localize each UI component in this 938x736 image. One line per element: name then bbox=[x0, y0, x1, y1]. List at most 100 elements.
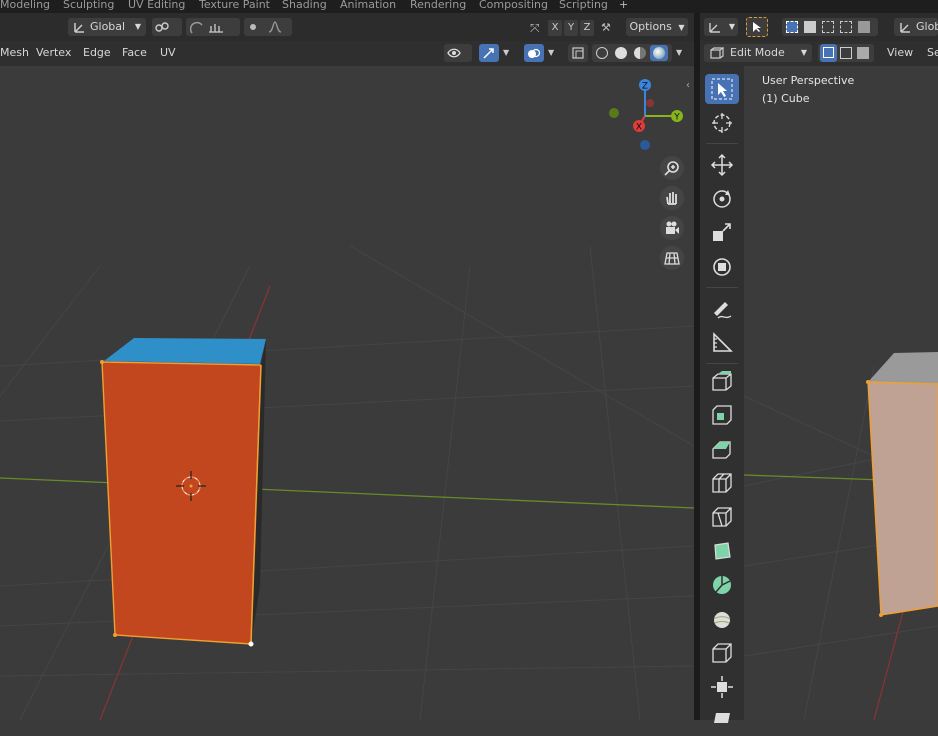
vertex[interactable] bbox=[100, 360, 104, 364]
navigation-gizmo[interactable]: Z Y X bbox=[598, 74, 690, 156]
snap-increment-icon bbox=[209, 24, 223, 33]
tab-shading[interactable]: Shading bbox=[282, 0, 327, 12]
active-vertex[interactable] bbox=[248, 641, 254, 647]
cube-front-face[interactable] bbox=[867, 381, 938, 616]
zoom-button[interactable] bbox=[660, 156, 684, 180]
cube-top-face[interactable] bbox=[104, 338, 266, 364]
tool-scale[interactable] bbox=[705, 218, 739, 248]
overlay-toggle[interactable] bbox=[524, 44, 544, 62]
visibility-dropdown[interactable] bbox=[444, 44, 472, 62]
pivot-dropdown[interactable] bbox=[152, 18, 182, 36]
menu-face[interactable]: Face bbox=[122, 44, 147, 62]
tool-knife[interactable] bbox=[705, 502, 739, 532]
tab-modeling[interactable]: Modeling bbox=[0, 0, 50, 12]
tool-rotate[interactable] bbox=[705, 184, 739, 214]
snap-dropdown[interactable] bbox=[186, 18, 240, 36]
chevron-down-icon: ▼ bbox=[728, 22, 735, 31]
tool-move[interactable] bbox=[705, 150, 739, 180]
select-subtract-icon[interactable] bbox=[822, 21, 834, 33]
select-invert-icon[interactable] bbox=[840, 21, 852, 33]
select-set-icon[interactable] bbox=[786, 21, 798, 33]
gizmo-toggle[interactable] bbox=[479, 44, 499, 62]
inset-icon bbox=[712, 405, 732, 425]
cube-top-face[interactable] bbox=[868, 352, 938, 384]
xray-toggle[interactable] bbox=[568, 44, 588, 62]
viewport-right[interactable]: User Perspective (1) Cube bbox=[744, 66, 938, 720]
orientation-dropdown[interactable]: Global ▼ bbox=[68, 18, 146, 36]
viewport-left-canvas[interactable] bbox=[0, 66, 694, 720]
tab-uv-editing[interactable]: UV Editing bbox=[128, 0, 185, 12]
tool-extrude[interactable] bbox=[705, 366, 739, 396]
tool-edge-slide[interactable] bbox=[705, 638, 739, 668]
mirror-x-toggle[interactable]: X bbox=[548, 20, 562, 36]
menu-vertex[interactable]: Vertex bbox=[36, 44, 71, 62]
chevron-down-icon[interactable]: ▼ bbox=[548, 44, 554, 62]
tool-measure[interactable] bbox=[705, 328, 739, 358]
select-box-tool-button[interactable] bbox=[746, 17, 768, 37]
vertex[interactable] bbox=[113, 633, 117, 637]
chevron-down-icon[interactable]: ▼ bbox=[503, 44, 509, 62]
menu-view[interactable]: View bbox=[887, 44, 913, 62]
wrench-icon[interactable]: ⚒ bbox=[601, 21, 611, 34]
vertex[interactable] bbox=[879, 613, 883, 617]
menu-uv[interactable]: UV bbox=[160, 44, 176, 62]
tool-select-box[interactable] bbox=[705, 74, 739, 104]
shading-wireframe-icon[interactable] bbox=[596, 47, 608, 59]
mirror-z-toggle[interactable]: Z bbox=[580, 20, 594, 36]
shading-material-icon[interactable] bbox=[634, 47, 646, 59]
menu-select[interactable]: Se bbox=[927, 44, 938, 62]
chevron-down-icon[interactable]: ▼ bbox=[676, 44, 682, 62]
mode-dropdown[interactable]: Edit Mode ▼ bbox=[704, 44, 812, 62]
tool-annotate[interactable] bbox=[705, 294, 739, 324]
tab-sculpting[interactable]: Sculpting bbox=[63, 0, 114, 12]
shading-rendered-button[interactable] bbox=[650, 45, 668, 61]
shading-solid-icon[interactable] bbox=[615, 47, 627, 59]
tool-shear[interactable] bbox=[705, 706, 739, 736]
menu-edge[interactable]: Edge bbox=[83, 44, 111, 62]
options-dropdown[interactable]: Options ▼ bbox=[626, 18, 688, 36]
menu-mesh[interactable]: Mesh bbox=[0, 44, 29, 62]
gizmo-neg-z-handle[interactable] bbox=[640, 140, 650, 150]
tab-compositing[interactable]: Compositing bbox=[479, 0, 548, 12]
face-select-icon[interactable] bbox=[857, 47, 869, 59]
proportional-edit-dropdown[interactable] bbox=[244, 18, 292, 36]
add-workspace-button[interactable]: + bbox=[619, 0, 628, 12]
camera-icon bbox=[666, 221, 679, 234]
tool-loop-cut[interactable] bbox=[705, 468, 739, 498]
sidebar-collapse-icon[interactable]: ‹ bbox=[686, 80, 690, 91]
tool-poly-build[interactable] bbox=[705, 536, 739, 566]
tool-shrink-fatten[interactable] bbox=[705, 672, 739, 702]
viewport-right-canvas[interactable] bbox=[744, 66, 938, 720]
cursor-icon bbox=[712, 113, 732, 133]
vertex-select-button[interactable] bbox=[820, 44, 837, 62]
gizmo-neg-x-handle[interactable] bbox=[646, 99, 654, 107]
tab-scripting[interactable]: Scripting bbox=[559, 0, 608, 12]
tool-smooth[interactable] bbox=[705, 604, 739, 634]
vertex[interactable] bbox=[866, 380, 870, 384]
tab-texture-paint[interactable]: Texture Paint bbox=[199, 0, 270, 12]
tool-bevel[interactable] bbox=[705, 434, 739, 464]
gizmo-y-label: Y bbox=[673, 113, 680, 123]
perspective-toggle-button[interactable] bbox=[660, 246, 684, 270]
gizmo-neg-y-handle[interactable] bbox=[609, 108, 619, 118]
workspace-tabs: Modeling Sculpting UV Editing Texture Pa… bbox=[0, 0, 938, 13]
tool-cursor[interactable] bbox=[705, 108, 739, 138]
select-intersect-icon[interactable] bbox=[858, 21, 870, 33]
pan-button[interactable] bbox=[660, 186, 684, 210]
tab-animation[interactable]: Animation bbox=[340, 0, 396, 12]
link-icon bbox=[155, 22, 169, 32]
editor-type-dropdown[interactable]: ▼ bbox=[704, 18, 738, 36]
edge-select-icon[interactable] bbox=[840, 47, 852, 59]
tool-inset[interactable] bbox=[705, 400, 739, 430]
tool-transform[interactable] bbox=[705, 252, 739, 282]
cube-front-face[interactable] bbox=[101, 361, 262, 645]
viewport-left[interactable]: Z Y X ‹ bbox=[0, 66, 694, 720]
camera-view-button[interactable] bbox=[660, 216, 684, 240]
tool-shelf bbox=[700, 66, 744, 723]
tab-rendering[interactable]: Rendering bbox=[410, 0, 466, 12]
select-extend-icon[interactable] bbox=[804, 21, 816, 33]
tool-spin[interactable] bbox=[705, 570, 739, 600]
orientation-dropdown-right[interactable]: Glob bbox=[894, 18, 938, 36]
mirror-y-toggle[interactable]: Y bbox=[564, 20, 578, 36]
rotate-icon bbox=[713, 190, 731, 208]
